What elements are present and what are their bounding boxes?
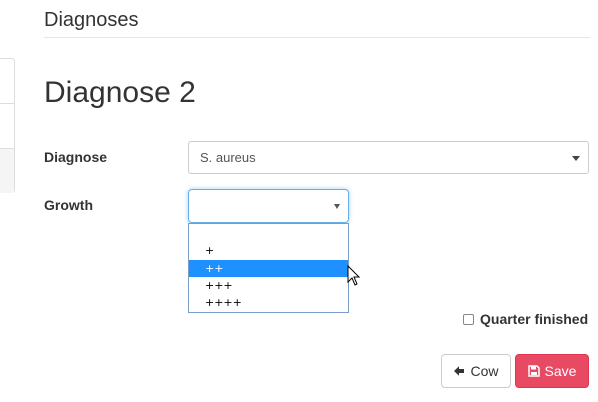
save-button[interactable]: Save (515, 354, 589, 388)
chevron-down-icon (334, 204, 340, 209)
quarter-finished-checkbox[interactable] (463, 313, 474, 325)
arrow-left-icon (454, 366, 465, 376)
chevron-down-icon (572, 155, 580, 161)
section-title: Diagnoses (44, 9, 139, 31)
growth-option[interactable]: +++ (189, 277, 348, 294)
diagnose-label: Diagnose (44, 149, 108, 165)
quarter-finished-label: Quarter finished (480, 311, 589, 327)
growth-option-highlighted[interactable]: ++ (189, 260, 348, 277)
section-divider (44, 37, 590, 38)
save-button-label: Save (544, 363, 577, 379)
left-list-item[interactable] (0, 149, 14, 193)
back-to-cow-button[interactable]: Cow (441, 354, 511, 388)
back-button-label: Cow (470, 363, 499, 379)
floppy-disk-icon (527, 365, 540, 377)
left-list-item[interactable] (0, 59, 14, 104)
quarter-finished-control[interactable]: Quarter finished (463, 311, 588, 327)
growth-dropdown-list: + ++ +++ ++++ (188, 223, 349, 313)
left-list-panel (0, 58, 15, 193)
diagnose-select[interactable]: S. aureus (188, 141, 589, 174)
page-title: Diagnose 2 (44, 76, 196, 109)
growth-select[interactable] (188, 189, 349, 223)
growth-option[interactable]: ++++ (189, 294, 348, 311)
mouse-cursor-icon (347, 265, 361, 286)
growth-label: Growth (44, 197, 93, 213)
diagnose-select-value: S. aureus (200, 150, 256, 165)
growth-option[interactable]: + (189, 242, 348, 259)
left-list-item[interactable] (0, 104, 14, 149)
